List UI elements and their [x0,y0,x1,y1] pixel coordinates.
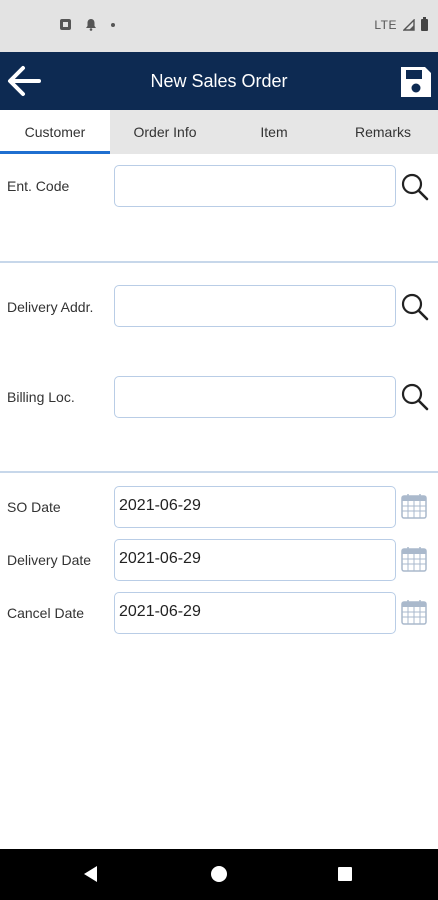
billing-loc-field[interactable] [114,376,396,418]
search-icon[interactable] [399,171,431,203]
battery-icon [421,17,428,31]
tab-label: Item [260,124,288,140]
section-divider [0,471,438,473]
delivery-addr-label: Delivery Addr. [7,299,94,315]
billing-loc-label: Billing Loc. [7,389,75,405]
section-divider [0,261,438,263]
status-bar: LTE [0,0,438,52]
ent-code-field[interactable] [114,165,396,207]
app-bar: New Sales Order [0,52,438,110]
tab-label: Order Info [133,124,197,140]
nav-recents-icon[interactable] [338,867,352,881]
tab-remarks[interactable]: Remarks [328,110,438,154]
status-system: LTE [374,17,428,32]
ent-code-label: Ent. Code [7,178,70,194]
nav-home-icon[interactable] [211,866,227,882]
search-icon[interactable] [399,291,431,323]
tab-label: Customer [24,124,86,140]
status-notifications [60,18,115,31]
delivery-date-label: Delivery Date [7,552,92,568]
calendar-icon[interactable] [400,598,428,626]
more-notifications-dot-icon [111,22,115,27]
app-screen: LTE New Sales Order Customer Order Info … [0,0,438,900]
tab-order-info[interactable]: Order Info [110,110,220,154]
network-type: LTE [374,18,397,32]
notification-app-icon [60,19,71,30]
calendar-icon[interactable] [400,492,428,520]
cancel-date-label: Cancel Date [7,605,85,621]
tab-bar: Customer Order Info Item Remarks [0,110,438,154]
bell-icon [86,19,96,31]
tab-label: Remarks [354,124,411,140]
signal-icon [403,19,415,31]
delivery-addr-field[interactable] [114,285,396,327]
page-title: New Sales Order [150,71,288,91]
search-icon[interactable] [399,381,431,413]
nav-back-icon[interactable] [82,865,100,883]
tab-item[interactable]: Item [220,110,328,154]
tab-customer[interactable]: Customer [0,110,110,154]
system-navigation-bar [0,849,438,900]
so-date-field[interactable]: 2021-06-29 [114,486,396,528]
delivery-date-field[interactable]: 2021-06-29 [114,539,396,581]
cancel-date-field[interactable]: 2021-06-29 [114,592,396,634]
save-icon[interactable] [398,64,434,100]
so-date-label: SO Date [7,499,61,515]
calendar-icon[interactable] [400,545,428,573]
